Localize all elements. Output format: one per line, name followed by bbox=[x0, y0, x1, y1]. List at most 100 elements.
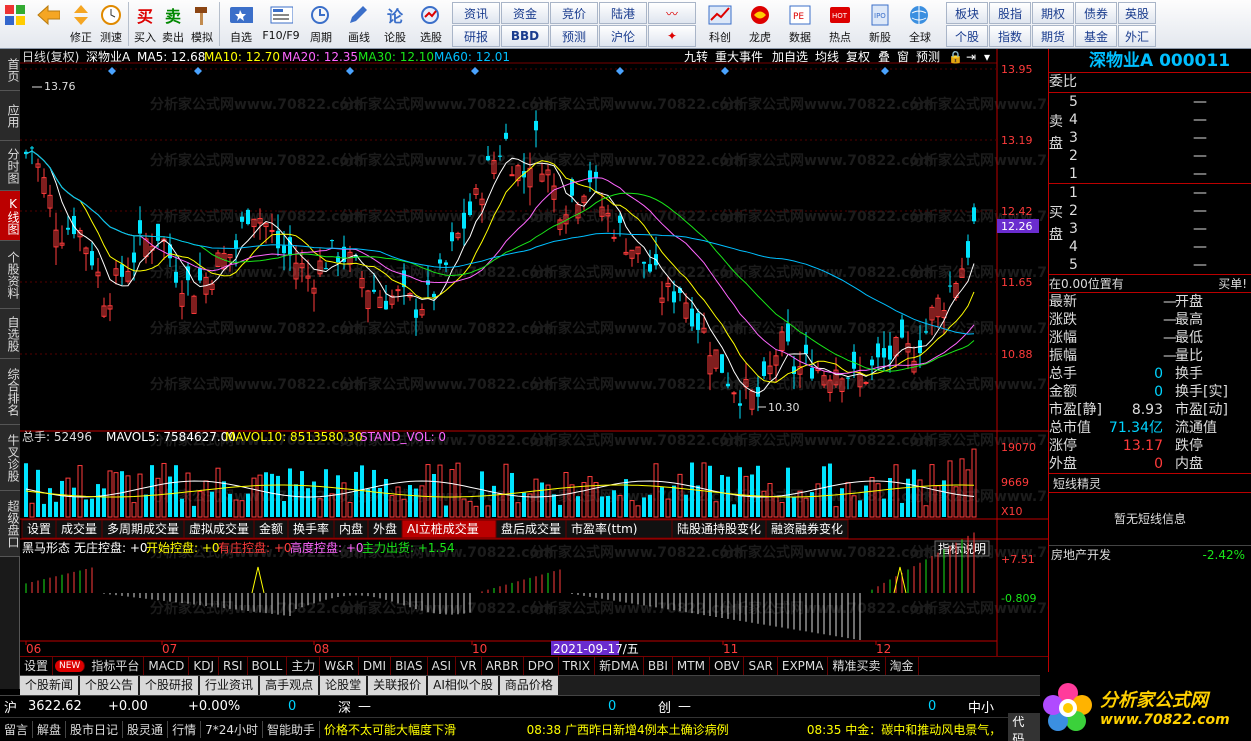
grid2-item[interactable]: 英股 bbox=[1118, 2, 1156, 24]
code-input[interactable]: 代码 bbox=[1008, 712, 1040, 741]
btn-forecast[interactable]: 预测 bbox=[916, 50, 940, 64]
collapse-icon[interactable]: ⇥ bbox=[966, 50, 976, 64]
lefttab-stockinfo[interactable]: 个股资料 bbox=[0, 241, 20, 309]
tb-speed-button[interactable]: 测速 bbox=[96, 0, 126, 47]
sector-row[interactable]: 房地产开发 -2.42% bbox=[1049, 545, 1251, 563]
btn-events[interactable]: 重大事件 bbox=[715, 50, 763, 64]
grid2-item[interactable]: 个股 bbox=[946, 25, 988, 47]
buy-row[interactable]: 1— bbox=[1069, 184, 1251, 202]
news-item[interactable]: 08:35 中金：碳中和推动风电景气， bbox=[807, 721, 1009, 738]
btn-window[interactable]: 窗 bbox=[897, 50, 909, 64]
back-button[interactable] bbox=[30, 0, 66, 47]
watchlist-button[interactable]: 自选 bbox=[222, 0, 260, 47]
chart-mini-icon[interactable]: 〰 bbox=[648, 2, 696, 24]
sh-index[interactable]: 3622.62 bbox=[28, 699, 108, 714]
news-tab[interactable]: 个股新闻 bbox=[20, 676, 79, 695]
tb-fix-button[interactable]: 修正 bbox=[66, 0, 96, 47]
stock-select-button[interactable]: 选股 bbox=[412, 0, 450, 47]
dragon-tiger-button[interactable]: 龙虎 bbox=[740, 0, 780, 47]
grid2-item[interactable]: 期货 bbox=[1032, 25, 1074, 47]
lefttab-home[interactable]: 首页 bbox=[0, 49, 20, 91]
indicator-tab[interactable]: ARBR bbox=[482, 657, 524, 675]
discuss-button[interactable]: 论论股 bbox=[378, 0, 412, 47]
indicator-tab[interactable]: VR bbox=[456, 657, 482, 675]
grid1-item[interactable]: 陆港 bbox=[599, 2, 647, 24]
ticker-btn[interactable]: 智能助手 bbox=[263, 721, 320, 738]
lefttab-apps[interactable]: 应用 bbox=[0, 91, 20, 141]
indicator-tab[interactable]: DMI bbox=[359, 657, 392, 675]
btn-restore[interactable]: 复权 bbox=[846, 50, 870, 64]
btn-ma[interactable]: 均线 bbox=[815, 50, 839, 64]
star-mini-icon[interactable]: ✦ bbox=[648, 25, 696, 47]
data-button[interactable]: PE 数据 bbox=[780, 0, 820, 47]
lefttab-diagnose[interactable]: 牛叉诊股 bbox=[0, 425, 20, 491]
news-tab[interactable]: 论股堂 bbox=[320, 676, 367, 695]
indicator-tab[interactable]: 设置 bbox=[20, 657, 54, 675]
indicator-tab[interactable]: 新DMA bbox=[595, 657, 644, 675]
ticker-btn[interactable]: 股灵通 bbox=[123, 721, 169, 738]
grid2-item[interactable]: 外汇 bbox=[1118, 25, 1156, 47]
indicator-tab[interactable]: NEW bbox=[55, 660, 86, 672]
global-button[interactable]: 全球 bbox=[900, 0, 940, 47]
buy-row[interactable]: 3— bbox=[1069, 220, 1251, 238]
kechuang-button[interactable]: 科创 bbox=[700, 0, 740, 47]
news-tab[interactable]: 个股研报 bbox=[140, 676, 199, 695]
indicator-tab[interactable]: OBV bbox=[710, 657, 745, 675]
period-button[interactable]: 周期 bbox=[302, 0, 340, 47]
indicator-tab[interactable]: MACD bbox=[144, 657, 190, 675]
sell-row[interactable]: 3— bbox=[1069, 129, 1251, 147]
sell-button[interactable]: 卖卖出 bbox=[159, 0, 187, 47]
lock-icon[interactable]: 🔒 bbox=[948, 50, 963, 64]
draw-line-button[interactable]: 画线 bbox=[340, 0, 378, 47]
btn-add-watch[interactable]: 加自选 bbox=[772, 50, 808, 64]
indicator-tab[interactable]: 精准买卖 bbox=[828, 657, 886, 675]
indicator-tab[interactable]: 主力 bbox=[287, 657, 321, 675]
news-tab[interactable]: 高手观点 bbox=[260, 676, 319, 695]
grid2-item[interactable]: 债券 bbox=[1075, 2, 1117, 24]
btn-jiuzhuan[interactable]: 九转 bbox=[684, 49, 708, 64]
sell-row[interactable]: 2— bbox=[1069, 147, 1251, 165]
buy-row[interactable]: 2— bbox=[1069, 202, 1251, 220]
grid1-item[interactable]: 资金 bbox=[501, 2, 549, 24]
grid1-item[interactable]: 竞价 bbox=[550, 2, 598, 24]
short-genie-title[interactable]: 短线精灵 bbox=[1049, 473, 1251, 493]
news-item[interactable]: 价格不太可能大幅度下滑 bbox=[320, 721, 527, 738]
grid1-item[interactable]: 预测 bbox=[550, 25, 598, 47]
indicator-tab[interactable]: BOLL bbox=[248, 657, 288, 675]
indicator-tab[interactable]: SAR bbox=[744, 657, 778, 675]
ipo-button[interactable]: IPO 新股 bbox=[860, 0, 900, 47]
indicator-tab[interactable]: KDJ bbox=[189, 657, 219, 675]
buy-row[interactable]: 5— bbox=[1069, 256, 1251, 274]
grid2-item[interactable]: 板块 bbox=[946, 2, 988, 24]
grid1-item[interactable]: 资讯 bbox=[452, 2, 500, 24]
grid2-item[interactable]: 基金 bbox=[1075, 25, 1117, 47]
f10-button[interactable]: F10/F9 bbox=[260, 0, 302, 47]
indicator-tab[interactable]: DPO bbox=[524, 657, 559, 675]
kline-chart[interactable]: 分析家公式网www.70822.com分析家公式网www.70822.com分析… bbox=[20, 49, 1048, 657]
indicator-tab[interactable]: TRIX bbox=[559, 657, 596, 675]
indicator-tab[interactable]: ASI bbox=[428, 657, 457, 675]
indicator-tab[interactable]: 淘金 bbox=[886, 657, 919, 675]
lefttab-kline[interactable]: K线图 bbox=[0, 191, 20, 241]
grid1-item[interactable]: 研报 bbox=[452, 25, 500, 47]
dropdown-icon[interactable]: ▾ bbox=[984, 50, 990, 64]
simulate-button[interactable]: 模拟 bbox=[187, 0, 217, 47]
indicator-tab[interactable]: RSI bbox=[219, 657, 248, 675]
indicator-tab[interactable]: W&R bbox=[320, 657, 359, 675]
menu-grid-button[interactable] bbox=[0, 0, 30, 47]
lefttab-timeshare[interactable]: 分时图 bbox=[0, 141, 20, 191]
news-tab[interactable]: 行业资讯 bbox=[200, 676, 259, 695]
sell-row[interactable]: 1— bbox=[1069, 165, 1251, 183]
ticker-btn[interactable]: 留言 bbox=[0, 721, 34, 738]
btn-overlay[interactable]: 叠 bbox=[878, 50, 890, 64]
news-tab[interactable]: 关联报价 bbox=[368, 676, 427, 695]
ticker-btn[interactable]: 股市日记 bbox=[66, 721, 124, 738]
grid1-item[interactable]: 沪伦 bbox=[599, 25, 647, 47]
buy-row[interactable]: 4— bbox=[1069, 238, 1251, 256]
grid2-item[interactable]: 股指 bbox=[989, 2, 1031, 24]
ticker-btn[interactable]: 行情 bbox=[168, 721, 202, 738]
hotspot-button[interactable]: HOT 热点 bbox=[820, 0, 860, 47]
grid1-item[interactable]: BBD bbox=[501, 25, 549, 47]
indicator-tab[interactable]: 指标平台 bbox=[87, 657, 145, 675]
sell-row[interactable]: 5— bbox=[1069, 93, 1251, 111]
